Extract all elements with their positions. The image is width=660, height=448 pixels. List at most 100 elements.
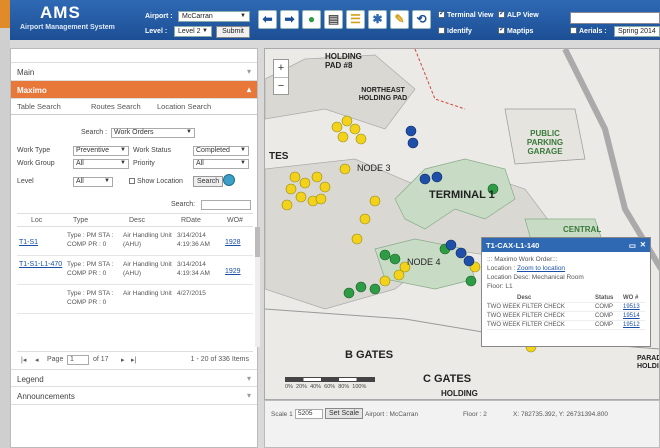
table-row[interactable]: Type : PM STA : COMP PR : 0 Air Handling…: [17, 285, 253, 314]
left-strip: [0, 0, 10, 448]
measure-icon[interactable]: ✱: [368, 10, 387, 29]
popup-header: T1-CAX-L1-140 ▭ ✕: [482, 238, 650, 252]
set-scale-button[interactable]: Set Scale: [325, 408, 363, 419]
rdate-cell: 3/14/2014 4:19:36 AM: [177, 232, 210, 248]
grid-search-input[interactable]: [201, 200, 251, 210]
last-page-icon[interactable]: ▸|: [131, 356, 136, 364]
accordion-announcements-label: Announcements: [17, 392, 75, 401]
table-row[interactable]: T1-S1-L1-470 Type : PM STA : COMP PR : 0…: [17, 256, 253, 285]
level-filter-value: All: [76, 178, 84, 185]
col-type[interactable]: Type: [73, 217, 88, 224]
tab-location-search[interactable]: Location Search: [157, 102, 211, 111]
loc-link[interactable]: T1-S1: [19, 238, 63, 247]
left-panel: Main ▾ Maximo ▴ Table Search Routes Sear…: [10, 48, 260, 448]
print-icon[interactable]: ▤: [324, 10, 343, 29]
chevron-down-icon: ▼: [120, 147, 126, 153]
popup-location-desc: Location Desc: Mechanical Room: [487, 274, 584, 281]
col-rdate[interactable]: RDate: [181, 217, 201, 224]
accordion-main[interactable]: Main ▾: [11, 63, 257, 81]
popup-body: ::: Maximo Work Order::: Location : Zoom…: [482, 252, 650, 294]
grid-scrollbar[interactable]: [255, 227, 260, 347]
globe-icon[interactable]: ●: [302, 10, 321, 29]
close-icon[interactable]: ✕: [640, 240, 646, 249]
zoom-to-location-link[interactable]: Zoom to location: [517, 265, 565, 272]
page-label: Page: [47, 356, 64, 363]
show-location-checkbox[interactable]: Show Location: [129, 178, 183, 185]
search-type-label: Search :: [81, 129, 108, 136]
popup-row-wo-link[interactable]: 19514: [623, 313, 640, 319]
level-select-value: Level 2: [178, 28, 201, 35]
priority-select[interactable]: All ▼: [193, 159, 249, 169]
desc-cell: Air Handling Unit (AHU): [123, 261, 172, 277]
map-label-b-gates: B GATES: [345, 349, 394, 361]
popup-location-label: Location :: [487, 265, 516, 272]
popup-location: Location : Zoom to location: [487, 264, 645, 273]
clear-icon[interactable]: ⟲: [412, 10, 431, 29]
search-type-select[interactable]: Work Orders ▼: [111, 128, 195, 138]
scrollbar-thumb[interactable]: [255, 227, 260, 257]
work-group-select[interactable]: All ▼: [73, 159, 129, 169]
scale-bar-ticks: 0% 20% 40% 60% 80% 100%: [285, 384, 367, 390]
arrow-forward-icon[interactable]: ➡: [280, 10, 299, 29]
work-type-value: Preventive: [76, 147, 110, 154]
wo-link[interactable]: 1929: [225, 267, 241, 276]
layers-icon[interactable]: ☰: [346, 10, 365, 29]
popup-row: TWO WEEK FILTER CHECK COMP 19513: [487, 303, 645, 312]
aerials-label: Aerials :: [579, 28, 607, 35]
checkbox-icon: [438, 27, 445, 34]
popup-row-wo-link[interactable]: 19512: [623, 322, 640, 328]
level-filter-select[interactable]: All ▼: [73, 177, 113, 187]
map-label-central: CENTRAL: [563, 225, 602, 234]
rdate-cell: 3/14/2014 4:19:34 AM: [177, 261, 210, 277]
globe-icon[interactable]: [223, 174, 235, 186]
checkbox-icon: [570, 27, 577, 34]
maptips-checkbox[interactable]: Maptips: [498, 27, 533, 35]
loc-link[interactable]: T1-S1-L1-470: [19, 260, 63, 269]
footer-coords: X: 782735.392, Y: 26731394.800: [513, 411, 608, 418]
aerials-select[interactable]: Spring 2014: [614, 26, 660, 37]
col-loc[interactable]: Loc: [31, 217, 42, 224]
tab-table-search[interactable]: Table Search: [17, 102, 61, 111]
table-row[interactable]: T1-S1 Type : PM STA : COMP PR : 0 Air Ha…: [17, 227, 253, 256]
grid-search-label: Search:: [171, 201, 196, 208]
type-cell: Type : PM STA : COMP PR : 0: [67, 261, 114, 277]
search-button[interactable]: Search: [193, 176, 224, 187]
accordion-maximo[interactable]: Maximo ▴: [11, 81, 257, 99]
identify-checkbox[interactable]: Identify: [438, 27, 472, 35]
accordion-announcements[interactable]: Announcements ▾: [11, 387, 257, 405]
popup-row-wo-link[interactable]: 19513: [623, 304, 640, 310]
work-group-value: All: [76, 160, 84, 167]
work-type-select[interactable]: Preventive ▼: [73, 146, 129, 156]
maximize-icon[interactable]: ▭: [629, 241, 636, 250]
terminal-view-checkbox[interactable]: Terminal View: [438, 11, 493, 19]
col-desc[interactable]: Desc: [129, 217, 145, 224]
map-label-parad: PARAD HOLDIN: [637, 355, 660, 370]
submit-button[interactable]: Submit: [216, 26, 250, 38]
aerials-checkbox[interactable]: Aerials :: [570, 27, 607, 35]
airport-select[interactable]: McCarran ▼: [178, 11, 250, 22]
level-select[interactable]: Level 2 ▼: [174, 26, 212, 37]
accordion-legend[interactable]: Legend ▾: [11, 369, 257, 387]
map-search-input[interactable]: [570, 12, 660, 24]
work-status-select[interactable]: Completed ▼: [193, 146, 249, 156]
pencil-icon[interactable]: ✎: [390, 10, 409, 29]
alp-view-checkbox[interactable]: ALP View: [498, 11, 539, 19]
zoom-out-icon[interactable]: −: [274, 78, 288, 95]
rdate-cell: 4/27/2015: [177, 290, 206, 297]
col-wo[interactable]: WO#: [227, 217, 243, 224]
wo-link[interactable]: 1928: [225, 238, 241, 247]
prev-page-icon[interactable]: ◂: [35, 356, 39, 364]
desc-cell: Air Handling Unit: [123, 290, 172, 297]
chevron-down-icon: ▼: [186, 129, 192, 135]
zoom-in-icon[interactable]: +: [274, 60, 288, 78]
page-input[interactable]: 1: [67, 355, 89, 365]
map-view[interactable]: + − HOLDING PAD #8 NORTHEAST HOLDING PAD…: [264, 48, 660, 400]
arrow-back-icon[interactable]: ⬅: [258, 10, 277, 29]
chevron-down-icon: ▼: [202, 28, 208, 34]
tab-routes-search[interactable]: Routes Search: [91, 102, 141, 111]
map-label-public-parking: PUBLIC PARKING GARAGE: [526, 129, 564, 156]
scale-input[interactable]: 5205: [295, 409, 323, 419]
first-page-icon[interactable]: |◂: [21, 356, 26, 364]
popup-table: Desc Status WO # TWO WEEK FILTER CHECK C…: [487, 294, 645, 330]
next-page-icon[interactable]: ▸: [121, 356, 125, 364]
